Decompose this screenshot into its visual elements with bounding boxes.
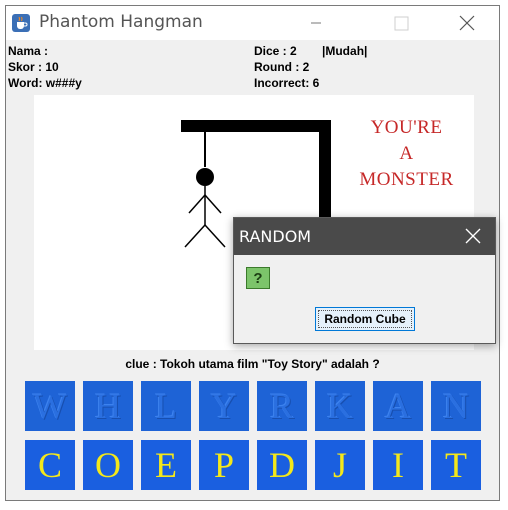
- clue-text: clue : Tokoh utama film "Toy Story" adal…: [125, 357, 380, 371]
- letter-tile-l[interactable]: L: [141, 381, 191, 431]
- nama-label: Nama :: [8, 44, 49, 58]
- dialog-close-icon[interactable]: [451, 218, 495, 255]
- letter-tile-w[interactable]: W: [25, 381, 75, 431]
- incorrect-label: Incorrect: 6: [254, 76, 320, 90]
- letter-tile-h[interactable]: H: [83, 381, 133, 431]
- random-cube-button[interactable]: Random Cube: [315, 307, 415, 331]
- letter-tile-i[interactable]: I: [373, 440, 423, 490]
- question-icon: ?: [246, 267, 270, 289]
- maximize-icon[interactable]: [378, 6, 424, 40]
- letter-tile-k[interactable]: K: [315, 381, 365, 431]
- skor-label: Skor : 10: [8, 60, 59, 74]
- letter-tile-r[interactable]: R: [257, 381, 307, 431]
- difficulty-label: |Mudah|: [322, 44, 368, 58]
- dice-label: Dice : 2: [254, 44, 297, 58]
- minimize-icon[interactable]: [293, 6, 339, 40]
- dialog-title-bar: RANDOM: [234, 218, 495, 255]
- close-icon[interactable]: [444, 6, 490, 40]
- letter-tile-o[interactable]: O: [83, 440, 133, 490]
- monster-message-line-1: YOU'RE: [370, 117, 443, 138]
- window-title: Phantom Hangman: [39, 12, 203, 32]
- letter-tile-d[interactable]: D: [257, 440, 307, 490]
- dialog-title: RANDOM: [239, 227, 312, 246]
- round-label: Round : 2: [254, 60, 310, 74]
- monster-message-line-2: A: [399, 143, 414, 164]
- letter-tile-e[interactable]: E: [141, 440, 191, 490]
- java-cup-icon: [12, 14, 30, 32]
- monster-message-line-3: MONSTER: [359, 169, 454, 190]
- letter-tile-p[interactable]: P: [199, 440, 249, 490]
- letter-tile-c[interactable]: C: [25, 440, 75, 490]
- letter-tile-j[interactable]: J: [315, 440, 365, 490]
- letter-tile-t[interactable]: T: [431, 440, 481, 490]
- word-label: Word: w###y: [8, 76, 82, 90]
- letter-tile-a[interactable]: A: [373, 381, 423, 431]
- random-dialog: RANDOM ? Random Cube: [233, 217, 496, 344]
- letter-tile-n[interactable]: N: [431, 381, 481, 431]
- letter-tile-y[interactable]: Y: [199, 381, 249, 431]
- title-bar: Phantom Hangman: [6, 6, 499, 40]
